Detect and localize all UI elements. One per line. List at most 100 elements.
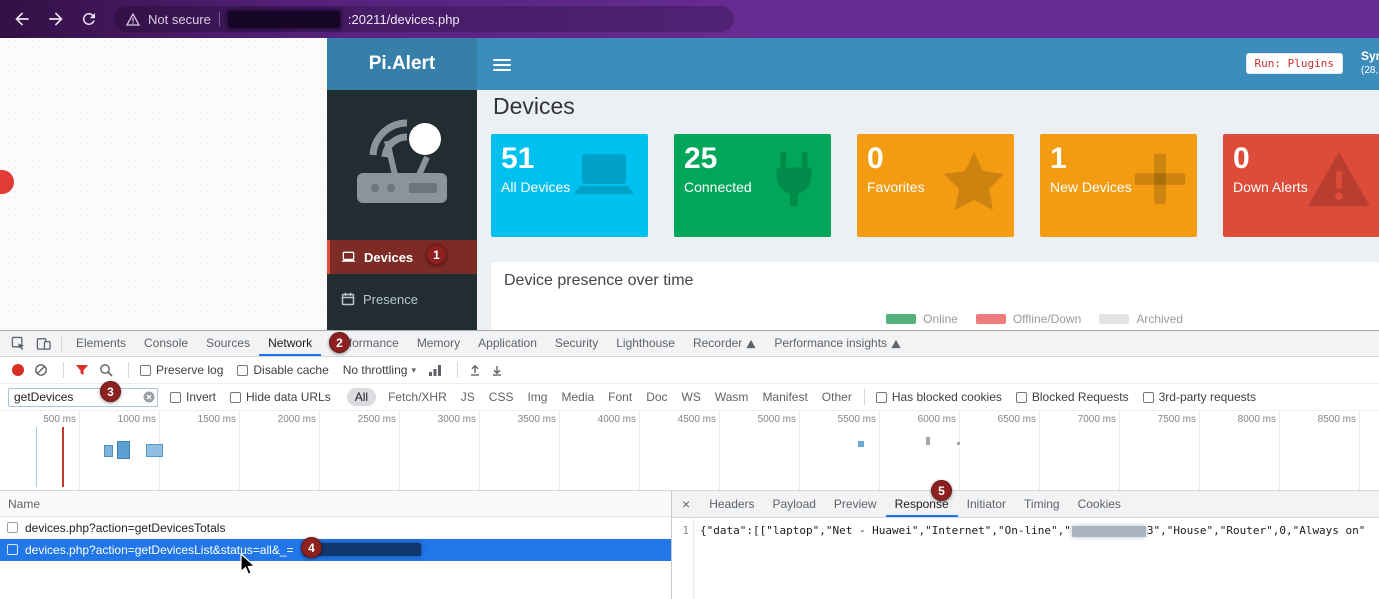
timeline-tick: 1000 ms (110, 414, 156, 425)
stat-connected[interactable]: 25 Connected (674, 134, 831, 237)
back-icon[interactable] (12, 9, 32, 29)
request-checkbox[interactable] (7, 544, 18, 555)
divider (61, 336, 62, 352)
timeline-tick: 8500 ms (1310, 414, 1356, 425)
preserve-log-label[interactable]: Preserve log (156, 363, 223, 377)
hide-data-urls-label[interactable]: Hide data URLs (246, 390, 331, 404)
network-request-row-selected[interactable]: devices.php?action=getDevicesList&status… (0, 539, 671, 561)
disable-cache-label[interactable]: Disable cache (253, 363, 328, 377)
filter-type-js[interactable]: JS (461, 390, 475, 404)
disable-cache-checkbox[interactable] (237, 365, 248, 376)
stat-all-devices[interactable]: 51 All Devices (491, 134, 648, 237)
has-blocked-cookies-label[interactable]: Has blocked cookies (892, 390, 1002, 404)
search-icon[interactable] (99, 363, 113, 377)
legend-item-archived: Archived (1081, 312, 1183, 326)
tab-elements[interactable]: Elements (67, 331, 135, 356)
tab-recorder[interactable]: Recorder (684, 331, 765, 356)
filter-type-all[interactable]: All (347, 388, 376, 406)
sidebar-item-presence[interactable]: Presence (327, 282, 477, 316)
sidebar-item-devices[interactable]: Devices (327, 240, 477, 274)
stat-new-devices[interactable]: 1 New Devices (1040, 134, 1197, 237)
response-viewer: 1 {"data":[["laptop","Net - Huawei","Int… (672, 518, 1379, 599)
request-checkbox[interactable] (7, 522, 18, 533)
hide-data-urls-checkbox[interactable] (230, 392, 241, 403)
tab-cookies[interactable]: Cookies (1069, 491, 1130, 517)
not-secure-label[interactable]: Not secure (148, 12, 211, 27)
network-request-row[interactable]: devices.php?action=getDevicesTotals (0, 517, 671, 539)
filter-type-other[interactable]: Other (822, 390, 852, 404)
legend-label: Online (923, 312, 958, 326)
tab-headers[interactable]: Headers (700, 491, 763, 517)
close-icon[interactable]: × (672, 496, 700, 512)
preserve-log-checkbox[interactable] (140, 365, 151, 376)
stat-favorites[interactable]: 0 Favorites (857, 134, 1014, 237)
legend-swatch-online (886, 314, 916, 324)
address-divider (219, 12, 220, 26)
timeline-request-bar (104, 445, 113, 457)
forward-icon[interactable] (46, 9, 66, 29)
filter-type-media[interactable]: Media (561, 390, 594, 404)
tab-timing[interactable]: Timing (1015, 491, 1069, 517)
network-conditions-icon[interactable] (428, 364, 442, 376)
stats-row: 51 All Devices 25 Connected 0 Favorites (491, 134, 1379, 237)
record-icon[interactable] (12, 364, 24, 376)
request-list-header[interactable]: Name (0, 491, 671, 517)
filter-icon[interactable] (75, 363, 89, 377)
has-blocked-cookies-checkbox[interactable] (876, 392, 887, 403)
export-har-icon[interactable] (491, 364, 503, 376)
device-toolbar-icon[interactable] (36, 336, 51, 351)
legend-label: Offline/Down (1013, 312, 1081, 326)
tab-lighthouse[interactable]: Lighthouse (607, 331, 684, 356)
network-filter-bar: Invert Hide data URLs All Fetch/XHR JS C… (0, 384, 1379, 411)
filter-type-doc[interactable]: Doc (646, 390, 667, 404)
network-timeline-overview[interactable]: 500 ms 1000 ms 1500 ms 2000 ms 2500 ms 3… (0, 411, 1379, 491)
blocked-requests-label[interactable]: Blocked Requests (1032, 390, 1129, 404)
legend-item-online: Online (886, 312, 958, 326)
filter-input-wrap (8, 388, 158, 407)
filter-type-ws[interactable]: WS (682, 390, 701, 404)
filter-type-font[interactable]: Font (608, 390, 632, 404)
header-right-top: Sym (1361, 48, 1379, 64)
filter-type-img[interactable]: Img (527, 390, 547, 404)
calendar-icon (341, 292, 355, 306)
filter-type-manifest[interactable]: Manifest (762, 390, 807, 404)
tab-memory[interactable]: Memory (408, 331, 469, 356)
filter-type-wasm[interactable]: Wasm (715, 390, 749, 404)
clear-icon[interactable] (34, 363, 48, 377)
tab-network[interactable]: Network (259, 331, 321, 356)
tab-payload[interactable]: Payload (764, 491, 825, 517)
blocked-requests-checkbox[interactable] (1016, 392, 1027, 403)
tab-sources[interactable]: Sources (197, 331, 259, 356)
tab-console[interactable]: Console (135, 331, 197, 356)
tab-initiator[interactable]: Initiator (958, 491, 1015, 517)
throttling-select[interactable]: No throttling ▾ (343, 363, 416, 377)
run-plugins-button[interactable]: Run: Plugins (1246, 53, 1343, 74)
timeline-tick: 6000 ms (910, 414, 956, 425)
address-bar[interactable]: Not secure :20211/devices.php (114, 6, 734, 32)
refresh-icon[interactable] (80, 10, 98, 28)
timeline-tick: 6500 ms (990, 414, 1036, 425)
divider (864, 389, 865, 405)
tab-application[interactable]: Application (469, 331, 546, 356)
filter-type-css[interactable]: CSS (489, 390, 514, 404)
invert-label[interactable]: Invert (186, 390, 216, 404)
import-har-icon[interactable] (469, 364, 481, 376)
menu-toggle-icon[interactable] (493, 56, 511, 74)
invert-checkbox[interactable] (170, 392, 181, 403)
step-badge-1: 1 (426, 244, 447, 265)
third-party-requests-label[interactable]: 3rd-party requests (1159, 390, 1256, 404)
main-content: Devices 51 All Devices 25 Connected 0 Fa… (477, 90, 1379, 330)
tab-preview[interactable]: Preview (825, 491, 886, 517)
third-party-requests-checkbox[interactable] (1143, 392, 1154, 403)
app-logo[interactable]: Pi.Alert (327, 38, 477, 90)
redacted-host (228, 11, 340, 28)
chevron-down-icon: ▾ (411, 365, 416, 376)
tab-security[interactable]: Security (546, 331, 607, 356)
network-filter-input[interactable] (8, 388, 158, 407)
divider (128, 362, 129, 378)
filter-type-fetch-xhr[interactable]: Fetch/XHR (388, 390, 447, 404)
inspect-element-icon[interactable] (11, 336, 26, 351)
stat-down-alerts[interactable]: 0 Down Alerts (1223, 134, 1379, 237)
tab-performance-insights[interactable]: Performance insights (765, 331, 910, 356)
clear-filter-icon[interactable] (143, 391, 155, 403)
